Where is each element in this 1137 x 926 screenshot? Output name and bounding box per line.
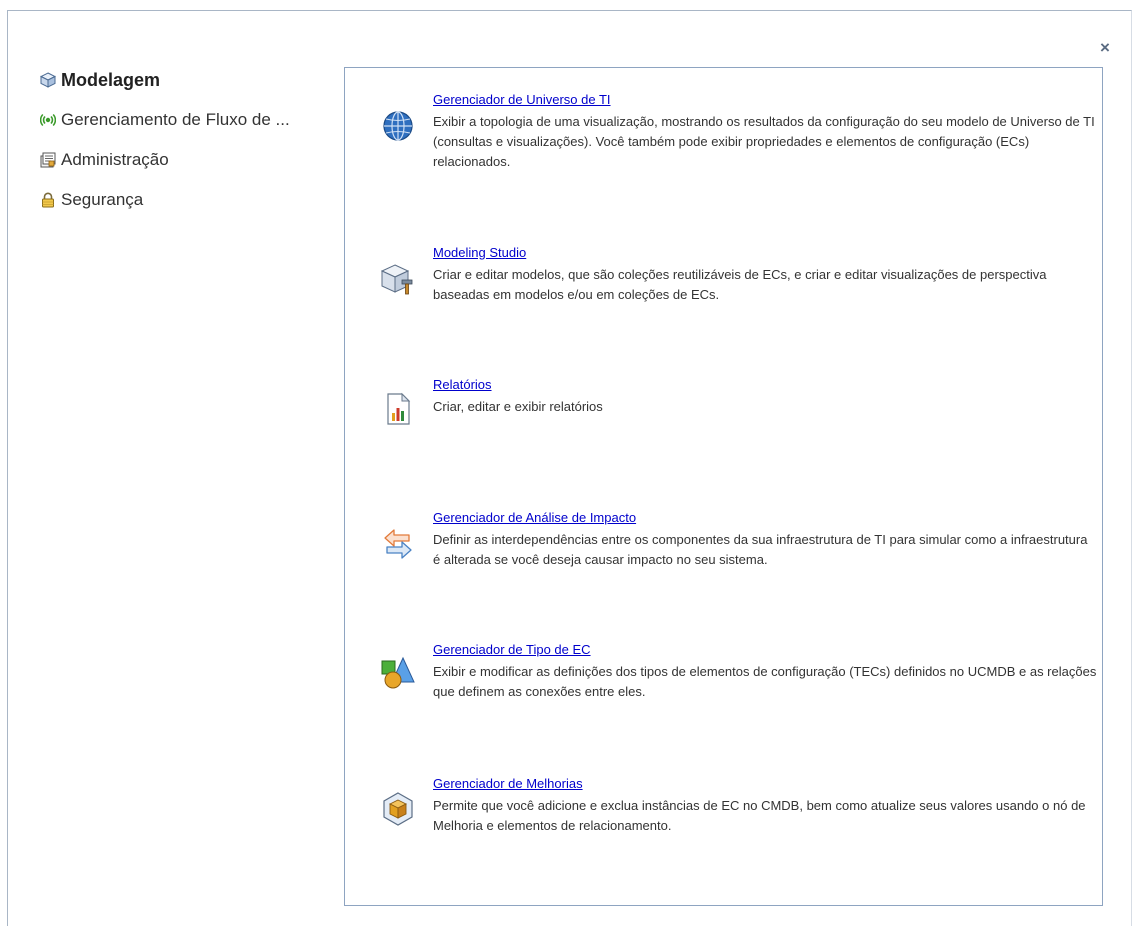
module-panel: Gerenciador de Universo de TI Exibir a t… [344,67,1103,906]
close-button[interactable]: × [1097,39,1113,56]
module-description: Criar, editar e exibir relatórios [433,399,603,414]
module-link-impacto[interactable]: Gerenciador de Análise de Impacto [433,510,636,525]
module-link-universo[interactable]: Gerenciador de Universo de TI [433,92,611,107]
module-link-melhorias[interactable]: Gerenciador de Melhorias [433,776,583,791]
studio-icon [380,262,415,296]
nav-item-label: Segurança [61,190,144,209]
shapes-icon [381,656,415,690]
cube-icon [40,72,56,88]
nav-item-administracao[interactable]: Administração [40,150,345,170]
module-description: Definir as interdependências entre os co… [433,532,1088,567]
nav-item-modelagem[interactable]: Modelagem [40,70,345,90]
nav-item-seguranca[interactable]: Segurança [40,190,345,210]
enrichment-icon [381,792,415,826]
admin-icon [40,152,56,168]
lock-icon [40,192,56,208]
nav-item-label: Administração [61,150,169,169]
signal-icon [40,112,56,128]
impact-arrows-icon [381,527,415,561]
module-link-modeling-studio[interactable]: Modeling Studio [433,245,526,260]
nav-item-fluxo[interactable]: Gerenciamento de Fluxo de ... [40,110,345,130]
globe-icon [381,109,415,143]
module-description: Permite que você adicione e exclua instâ… [433,798,1086,833]
module-description: Exibir a topologia de uma visualização, … [433,114,1095,169]
module-description: Exibir e modificar as definições dos tip… [433,664,1097,699]
module-link-tipo-ec[interactable]: Gerenciador de Tipo de EC [433,642,591,657]
module-link-relatorios[interactable]: Relatórios [433,377,492,392]
sidebar-nav: Modelagem Gerenciamento de Fluxo de ... [40,70,345,230]
report-icon [381,392,415,426]
nav-item-label: Modelagem [61,69,161,90]
nav-item-label: Gerenciamento de Fluxo de ... [61,110,290,129]
module-description: Criar e editar modelos, que são coleções… [433,267,1047,302]
